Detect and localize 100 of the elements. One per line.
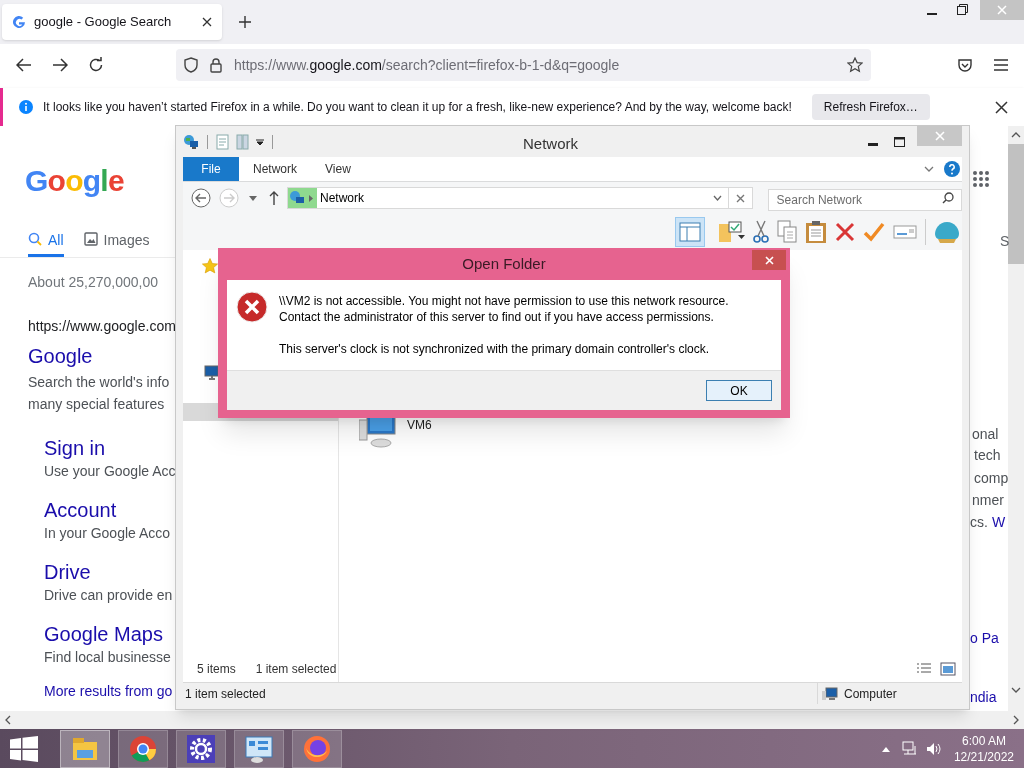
result-title-link[interactable]: Google xyxy=(28,341,175,371)
sitelink-snippet: Use your Google Acc xyxy=(44,462,175,481)
menu-icon[interactable] xyxy=(994,59,1008,71)
help-icon[interactable] xyxy=(944,161,960,177)
address-bar[interactable]: https://www.google.com/search?client=firefox-b-1-d&q=google xyxy=(176,49,871,81)
up-arrow-icon[interactable] xyxy=(269,191,279,205)
gear-icon xyxy=(185,733,217,765)
dropdown-icon[interactable] xyxy=(712,195,722,201)
lock-icon xyxy=(210,57,222,73)
security-zone: Computer xyxy=(844,685,897,703)
scroll-right-icon[interactable] xyxy=(1013,715,1019,725)
recent-caret-icon[interactable] xyxy=(249,195,257,201)
bookmark-star-icon[interactable] xyxy=(847,57,863,73)
error-message: \\VM2 is not accessible. You might not have permission to use this network resource. Contact the administrator of this server to find out if you have access permissions. xyxy=(279,293,730,325)
show-hidden-icons-icon[interactable] xyxy=(881,746,890,752)
search-icon xyxy=(28,232,42,246)
reload-icon[interactable] xyxy=(88,57,104,73)
ribbon-tab[interactable]: Network xyxy=(239,157,311,181)
notification-message: It looks like you haven’t started Firefox in a while. Do you want to clean it up for a fresh, like-new experience? And by the way, welcome back! xyxy=(43,99,792,116)
sitelink[interactable]: Account xyxy=(44,497,175,523)
window-title: Network xyxy=(523,134,578,154)
status-selection: 1 item selected xyxy=(185,685,267,703)
taskbar-app-button[interactable] xyxy=(234,730,284,768)
clock-date[interactable]: 12/21/2022 xyxy=(953,749,1014,765)
computer-icon[interactable] xyxy=(203,365,219,381)
windows-start-icon[interactable] xyxy=(10,736,38,762)
result-snippet: nmer xyxy=(972,491,1004,510)
address-field[interactable]: Network xyxy=(287,187,729,209)
image-icon xyxy=(83,232,98,246)
ribbon-tab[interactable]: View xyxy=(311,157,365,181)
search-field[interactable]: Search Network xyxy=(767,189,962,211)
large-icons-view-icon[interactable] xyxy=(940,662,956,676)
taskbar-app-button[interactable] xyxy=(118,730,168,768)
pocket-icon[interactable] xyxy=(958,58,972,72)
shield-icon xyxy=(184,57,198,73)
sitelink[interactable]: Google Maps xyxy=(44,621,175,647)
apps-grid-icon[interactable] xyxy=(973,171,989,187)
selection-count: 1 item selected xyxy=(255,661,337,678)
new-tab-icon[interactable] xyxy=(238,15,252,29)
item-name[interactable]: VM6 xyxy=(407,416,432,434)
sitelink[interactable]: Drive xyxy=(44,559,175,585)
tab-title: google - Google Search xyxy=(34,13,173,32)
result-link[interactable]: o Pa xyxy=(970,628,999,649)
ok-button[interactable]: OK xyxy=(706,380,772,401)
scissors-icon[interactable] xyxy=(753,220,769,244)
result-snippet: onal xyxy=(972,425,999,444)
result-snippet: comp xyxy=(974,469,1009,488)
error-icon xyxy=(236,291,268,323)
network-globe-icon[interactable] xyxy=(183,133,199,150)
expand-ribbon-icon[interactable] xyxy=(924,166,934,172)
search-icon[interactable] xyxy=(942,192,954,204)
item-count: 5 items xyxy=(197,661,236,678)
checkmark-icon[interactable] xyxy=(863,222,885,242)
refresh-firefox-button[interactable]: Refresh Firefox… xyxy=(811,94,930,120)
delete-x-icon[interactable] xyxy=(835,222,855,242)
clock-time[interactable]: 6:00 AM xyxy=(961,733,1006,749)
result-snippet: cs. xyxy=(970,513,988,532)
search-tab[interactable]: S xyxy=(1000,231,1010,252)
shell-icon[interactable] xyxy=(934,220,960,244)
back-icon[interactable] xyxy=(191,188,211,208)
volume-icon[interactable] xyxy=(925,742,942,756)
scroll-left-icon[interactable] xyxy=(5,715,11,725)
scroll-down-icon[interactable] xyxy=(1011,687,1021,693)
customize-caret-icon[interactable] xyxy=(256,137,264,146)
dialog-close-button[interactable] xyxy=(752,250,786,270)
maximize-icon[interactable] xyxy=(894,136,905,147)
browser-tab[interactable]: google - Google Search xyxy=(2,4,222,40)
close-icon[interactable] xyxy=(202,17,212,27)
network-globe-icon xyxy=(289,190,305,206)
network-icon[interactable] xyxy=(901,741,918,757)
layout-pane-icon xyxy=(679,222,701,242)
ribbon-tab[interactable]: File xyxy=(183,157,239,181)
clipboard-icon[interactable] xyxy=(805,220,827,244)
close-icon xyxy=(764,255,774,265)
forward-icon[interactable] xyxy=(52,58,68,72)
rename-icon[interactable] xyxy=(893,224,917,240)
circle-logo-icon xyxy=(127,733,159,765)
star-icon[interactable] xyxy=(202,258,218,274)
result-link[interactable]: W xyxy=(992,512,1006,533)
close-icon xyxy=(735,193,745,203)
back-icon[interactable] xyxy=(16,58,32,72)
taskbar-app-button[interactable] xyxy=(176,730,226,768)
search-tab[interactable]: Images xyxy=(83,230,150,257)
result-snippet: tech xyxy=(974,446,1001,465)
sitelink-snippet: In your Google Acco xyxy=(44,524,172,543)
result-link[interactable]: ndia xyxy=(970,687,997,708)
info-icon xyxy=(19,100,33,114)
restore-icon[interactable] xyxy=(957,4,968,15)
error-message: This server's clock is not synchronized with the primary domain controller's clock. xyxy=(279,341,711,357)
folder-check-icon[interactable] xyxy=(717,220,745,244)
sitelink[interactable]: Sign in xyxy=(44,435,175,461)
close-icon xyxy=(934,131,945,141)
more-results-link[interactable]: More results from go xyxy=(44,681,175,702)
clear-address-button[interactable] xyxy=(728,187,753,209)
close-icon[interactable] xyxy=(995,100,1008,114)
address-text: Network xyxy=(320,190,364,207)
dialog-title: Open Folder xyxy=(462,253,546,274)
scrollbar-thumb[interactable] xyxy=(1008,144,1024,264)
sitelink-snippet: Drive can provide en xyxy=(44,586,174,605)
scroll-up-icon[interactable] xyxy=(1011,132,1021,138)
